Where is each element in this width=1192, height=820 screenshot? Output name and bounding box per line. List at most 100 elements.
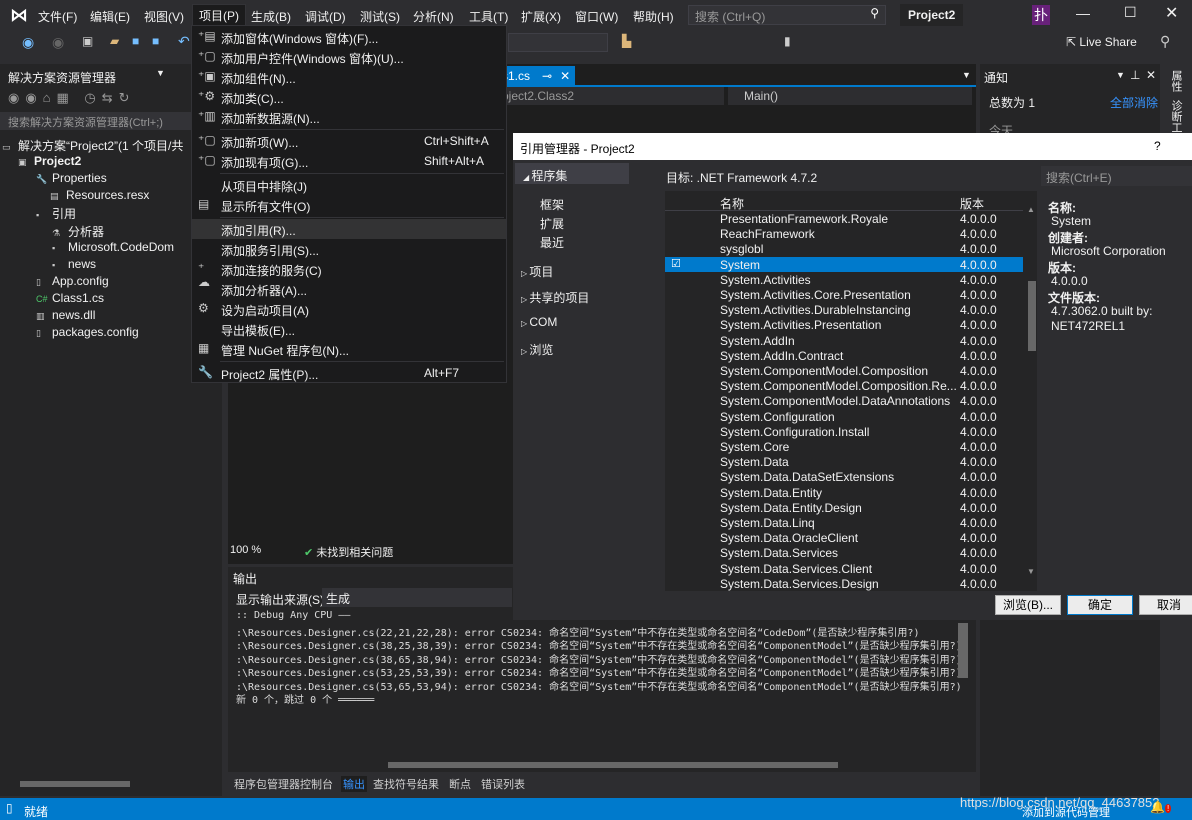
reference-row[interactable]: System.Configuration.Install 4.0.0.0 bbox=[665, 424, 1023, 439]
reference-row[interactable]: System.Data.OracleClient 4.0.0.0 bbox=[665, 530, 1023, 545]
bottom-tab[interactable]: 断点 bbox=[449, 776, 471, 792]
list-scrollbar[interactable]: ▲ ▼ bbox=[1027, 205, 1037, 581]
zoom-dropdown[interactable]: 100 % bbox=[230, 544, 261, 556]
menu-2[interactable]: 视图(V) bbox=[138, 6, 190, 27]
output-vertical-scrollbar[interactable] bbox=[958, 623, 968, 753]
menu-0[interactable]: 文件(F) bbox=[32, 6, 83, 27]
cancel-button[interactable]: 取消 bbox=[1139, 595, 1192, 615]
horizontal-scrollbar[interactable] bbox=[12, 780, 212, 788]
undo-icon[interactable]: ↶ bbox=[178, 33, 190, 50]
config-dropdown[interactable] bbox=[508, 33, 608, 52]
bottom-tab[interactable]: 查找符号结果 bbox=[373, 776, 439, 792]
solution-search-input[interactable]: 搜索解决方案资源管理器(Ctrl+;) bbox=[0, 112, 222, 130]
nav-dropdown-member[interactable]: Main() bbox=[728, 87, 972, 105]
menu-1[interactable]: 编辑(E) bbox=[84, 6, 136, 27]
menu-item[interactable]: ⁺▢ 添加新项(W)... Ctrl+Shift+A bbox=[192, 131, 506, 151]
pin-icon[interactable]: ⊥ bbox=[1130, 68, 1140, 82]
close-window-button[interactable]: ✕ bbox=[1165, 3, 1178, 23]
menu-item[interactable]: ⁺⚙ 添加类(C)... bbox=[192, 87, 506, 107]
reference-row[interactable]: System.Data.Services 4.0.0.0 bbox=[665, 545, 1023, 560]
menu-item[interactable]: ⁺☁ 添加连接的服务(C) bbox=[192, 259, 506, 289]
bottom-tab[interactable]: 输出 bbox=[341, 776, 367, 792]
feedback-icon[interactable]: ⚲ bbox=[1160, 33, 1170, 50]
reference-row[interactable]: System.ComponentModel.Composition 4.0.0.0 bbox=[665, 363, 1023, 378]
nav-sub-item[interactable]: 扩展 bbox=[540, 215, 564, 232]
menu-item[interactable]: 🔧 Project2 属性(P)... Alt+F7 bbox=[192, 363, 506, 383]
reference-row[interactable]: PresentationFramework.Royale 4.0.0.0 bbox=[665, 211, 1023, 226]
reference-row[interactable]: System.Activities.Presentation 4.0.0.0 bbox=[665, 317, 1023, 332]
tree-item[interactable]: ▪ 引用 bbox=[36, 205, 76, 222]
reference-row[interactable]: System.Data.Entity 4.0.0.0 bbox=[665, 485, 1023, 500]
reference-row[interactable]: System.ComponentModel.DataAnnotations 4.0… bbox=[665, 393, 1023, 408]
reference-row[interactable]: System.Activities.DurableInstancing 4.0.0… bbox=[665, 302, 1023, 317]
nav-sub-item[interactable]: 最近 bbox=[540, 234, 564, 251]
clear-all-link[interactable]: 全部消除 bbox=[1110, 94, 1158, 111]
save-icon[interactable]: ■ bbox=[132, 34, 139, 48]
tree-item[interactable]: ▪ Microsoft.CodeDom bbox=[52, 240, 174, 254]
reference-row[interactable]: System.Data.Services.Design 4.0.0.0 bbox=[665, 576, 1023, 591]
menu-item[interactable]: 导出模板(E)... bbox=[192, 319, 506, 339]
menu-item[interactable]: ⁺▢ 添加现有项(G)... Shift+Alt+A bbox=[192, 151, 506, 171]
open-icon[interactable]: ▰ bbox=[110, 34, 119, 48]
browse-button[interactable]: 浏览(B)... bbox=[995, 595, 1061, 615]
reference-row[interactable]: System.Data.Entity.Design 4.0.0.0 bbox=[665, 500, 1023, 515]
reference-row[interactable]: System.AddIn 4.0.0.0 bbox=[665, 333, 1023, 348]
menu-item[interactable]: ⁺▤ 添加窗体(Windows 窗体)(F)... bbox=[192, 27, 506, 47]
output-horizontal-scrollbar[interactable] bbox=[238, 761, 948, 769]
reference-row[interactable]: System.Core 4.0.0.0 bbox=[665, 439, 1023, 454]
reference-row[interactable]: System.Configuration 4.0.0.0 bbox=[665, 409, 1023, 424]
help-button[interactable]: ? bbox=[1154, 139, 1161, 153]
minimize-button[interactable]: — bbox=[1076, 5, 1090, 21]
menu-item[interactable]: 添加分析器(A)... bbox=[192, 279, 506, 299]
output-source-select[interactable]: 生成 bbox=[322, 588, 512, 607]
nav-group[interactable]: ▷ 项目 bbox=[521, 263, 553, 280]
live-share-button[interactable]: ⇱ Live Share bbox=[1066, 35, 1137, 49]
tree-item[interactable]: ▪ news bbox=[52, 257, 96, 271]
menu-8[interactable]: 工具(T) bbox=[463, 6, 514, 27]
reference-row[interactable]: System.Data.Services.Client 4.0.0.0 bbox=[665, 561, 1023, 576]
reference-search-input[interactable]: 搜索(Ctrl+E) bbox=[1041, 166, 1192, 186]
reference-row[interactable]: ReachFramework 4.0.0.0 bbox=[665, 226, 1023, 241]
menu-6[interactable]: 测试(S) bbox=[354, 6, 406, 27]
forward-icon[interactable]: ◉ bbox=[52, 34, 64, 51]
tree-item[interactable]: C# Class1.cs bbox=[36, 291, 104, 305]
nav-group[interactable]: ▷ 浏览 bbox=[521, 341, 553, 358]
menu-item[interactable]: 从项目中排除(J) bbox=[192, 175, 506, 195]
bookmark-icon[interactable]: ▮ bbox=[784, 34, 791, 48]
notification-bell-icon[interactable]: 🔔! bbox=[1150, 800, 1172, 814]
nav-dropdown-type[interactable]: roject2.Class2 bbox=[494, 87, 724, 105]
reference-row[interactable]: sysglobl 4.0.0.0 bbox=[665, 241, 1023, 256]
reference-row[interactable]: System.Data.Linq 4.0.0.0 bbox=[665, 515, 1023, 530]
menu-10[interactable]: 窗口(W) bbox=[569, 6, 624, 27]
menu-item[interactable]: ⁺▣ 添加组件(N)... bbox=[192, 67, 506, 87]
bottom-tab[interactable]: 程序包管理器控制台 bbox=[234, 776, 333, 792]
menu-item[interactable]: ▦ 管理 NuGet 程序包(N)... bbox=[192, 339, 506, 359]
reference-row[interactable]: System.Data.DataSetExtensions 4.0.0.0 bbox=[665, 469, 1023, 484]
maximize-button[interactable]: ☐ bbox=[1124, 4, 1137, 21]
tree-item[interactable]: ▭ 解决方案“Project2”(1 个项目/共 bbox=[2, 137, 183, 154]
menu-item[interactable]: ⚙ 设为启动项目(A) bbox=[192, 299, 506, 319]
reference-row[interactable]: System.Data 4.0.0.0 bbox=[665, 454, 1023, 469]
panel-menu-icon[interactable]: ▼ bbox=[156, 68, 165, 78]
nav-sub-item[interactable]: 框架 bbox=[540, 196, 564, 213]
back-icon[interactable]: ◉ bbox=[22, 34, 34, 51]
ok-button[interactable]: 确定 bbox=[1067, 595, 1133, 615]
find-icon[interactable]: ▙ bbox=[622, 34, 631, 48]
quick-search-input[interactable]: 搜索 (Ctrl+Q) ⚲ bbox=[688, 5, 886, 25]
bottom-tab[interactable]: 错误列表 bbox=[481, 776, 525, 792]
reference-row[interactable]: System.AddIn.Contract 4.0.0.0 bbox=[665, 348, 1023, 363]
pin-icon[interactable]: ⊸ bbox=[542, 69, 552, 83]
close-panel-icon[interactable]: ✕ bbox=[1146, 68, 1156, 82]
reference-row[interactable]: System.Activities 4.0.0.0 bbox=[665, 272, 1023, 287]
new-project-icon[interactable]: ▣ bbox=[82, 34, 93, 48]
menu-item[interactable]: 添加引用(R)... bbox=[192, 219, 506, 239]
save-all-icon[interactable]: ■ bbox=[152, 34, 159, 48]
menu-4[interactable]: 生成(B) bbox=[245, 6, 297, 27]
nav-group[interactable]: ▷ COM bbox=[521, 315, 557, 329]
menu-item[interactable]: ▤ 显示所有文件(O) bbox=[192, 195, 506, 215]
nav-group[interactable]: ▷ 共享的项目 bbox=[521, 289, 589, 306]
tree-item[interactable]: 🔧 Properties bbox=[36, 171, 107, 185]
menu-item[interactable]: 添加服务引用(S)... bbox=[192, 239, 506, 259]
tree-item[interactable]: ▥ news.dll bbox=[36, 308, 95, 322]
menu-item[interactable]: ⁺▢ 添加用户控件(Windows 窗体)(U)... bbox=[192, 47, 506, 67]
